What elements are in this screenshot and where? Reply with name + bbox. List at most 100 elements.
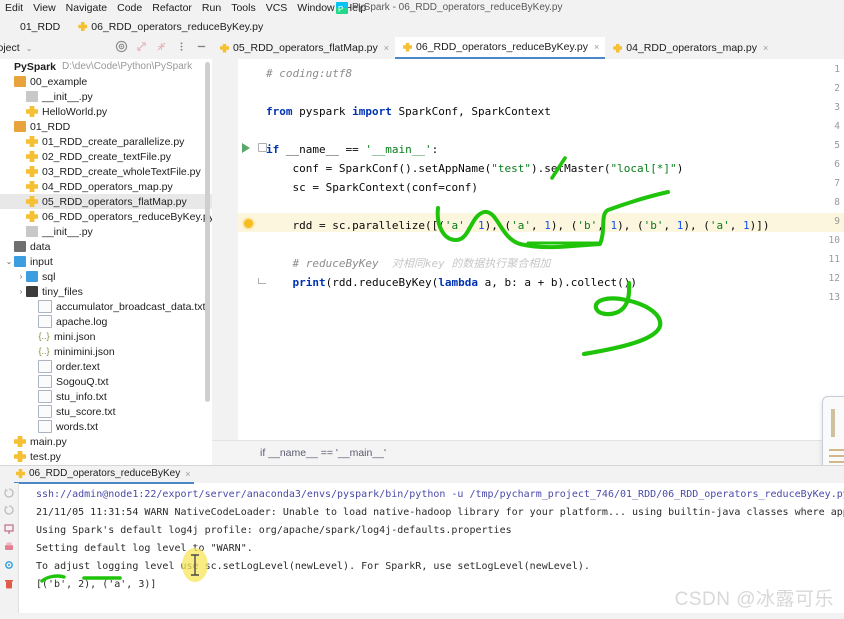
rerun-failed-tests-icon[interactable] — [3, 504, 15, 516]
close-icon[interactable]: × — [185, 469, 190, 479]
run-tab-bar: 06_RDD_operators_reduceByKey × — [0, 465, 844, 484]
run-gutter-arrow-icon[interactable] — [242, 143, 250, 153]
code-editor[interactable]: 1 2 3 4 5 6 7 8 9 10 11 12 13 # coding:utf8 from pysp… — [212, 59, 844, 440]
code-line: if __name__ == '__main__': — [266, 143, 439, 156]
txt-icon — [38, 390, 52, 403]
twisty-icon[interactable]: ⌄ — [4, 257, 14, 266]
project-file-tree[interactable]: PySpark D:\dev\Code\Python\PySpark 00_exam… — [0, 59, 212, 465]
run-tab[interactable]: 06_RDD_operators_reduceByKey × — [14, 465, 195, 484]
tree-item-label: data — [30, 240, 51, 253]
editor-tab-06-reducebykey[interactable]: 06_RDD_operators_reduceByKey.py × — [395, 37, 606, 59]
tree-item[interactable]: test.py — [0, 449, 212, 464]
trash-icon[interactable] — [3, 578, 15, 590]
tree-item[interactable]: stu_info.txt — [0, 389, 212, 404]
tree-item[interactable]: HelloWorld.py — [0, 104, 212, 119]
rerun-icon[interactable] — [3, 487, 15, 499]
tree-item[interactable]: SogouQ.txt — [0, 374, 212, 389]
expand-all-icon[interactable] — [135, 40, 148, 53]
breadcrumb-file[interactable]: 06_RDD_operators_reduceByKey.py — [91, 21, 263, 33]
target-icon[interactable] — [115, 40, 128, 53]
tree-item[interactable]: 06_RDD_operators_reduceByKey.py — [0, 209, 212, 224]
tree-item[interactable]: apache.log — [0, 314, 212, 329]
console-line: Using Spark's default log4j profile: org… — [36, 525, 512, 536]
editor-tab-05-flatmap[interactable]: 05_RDD_operators_flatMap.py × — [212, 37, 395, 59]
twisty-icon[interactable]: › — [16, 272, 26, 281]
tree-item[interactable]: main.py — [0, 434, 212, 449]
tree-item-label: input — [30, 255, 53, 268]
menu-item-code[interactable]: Code — [112, 0, 147, 16]
breadcrumb-folder[interactable]: 01_RDD — [20, 21, 60, 33]
project-panel-title[interactable]: roject — [0, 42, 20, 54]
chevron-down-icon[interactable]: ⌄ — [26, 44, 33, 53]
python-file-icon — [78, 22, 88, 31]
tree-item[interactable]: 01_RDD_create_parallelize.py — [0, 134, 212, 149]
tree-item-label: words.txt — [56, 420, 99, 433]
tree-item[interactable]: words.txt — [0, 419, 212, 434]
tree-item[interactable]: ⌄ input — [0, 254, 212, 269]
menu-item-run[interactable]: Run — [197, 0, 226, 16]
tree-item[interactable]: accumulator_broadcast_data.txt — [0, 299, 212, 314]
settings-icon[interactable] — [3, 559, 15, 571]
tree-item-label: 04_RDD_operators_map.py — [42, 180, 173, 193]
tree-item[interactable]: 03_RDD_create_wholeTextFile.py — [0, 164, 212, 179]
tree-item-label: PySpark — [14, 60, 57, 73]
close-icon[interactable]: × — [763, 43, 768, 53]
tree-item[interactable]: 00_example — [0, 74, 212, 89]
py-icon — [14, 436, 26, 447]
menu-item-view[interactable]: View — [28, 0, 61, 16]
menu-item-edit[interactable]: Edit — [0, 0, 28, 16]
py-icon — [14, 451, 26, 462]
close-icon[interactable]: × — [594, 42, 599, 52]
tree-item[interactable]: data — [0, 239, 212, 254]
hide-panel-icon[interactable] — [195, 40, 208, 53]
tree-item[interactable]: 05_RDD_operators_flatMap.py — [0, 194, 212, 209]
tree-item[interactable]: {..} minimini.json — [0, 344, 212, 359]
menu-item-navigate[interactable]: Navigate — [61, 0, 112, 16]
menu-item-refactor[interactable]: Refactor — [147, 0, 197, 16]
twisty-icon[interactable]: › — [16, 287, 26, 296]
tree-item[interactable]: __init__.py — [0, 89, 212, 104]
tree-item-label: stu_score.txt — [56, 405, 116, 418]
editor-breadcrumb[interactable]: if __name__ == '__main__' — [212, 440, 844, 465]
tree-item-label: __init__.py — [42, 90, 93, 103]
more-options-icon[interactable] — [175, 40, 188, 53]
tree-item-label: 01_RDD — [30, 120, 71, 133]
tree-item[interactable]: order.text — [0, 359, 212, 374]
code-fold-end-icon — [258, 278, 266, 284]
tree-item-label: minimini.json — [54, 345, 115, 358]
popup-scroll-thumb[interactable] — [831, 409, 835, 437]
tree-item[interactable]: PySpark D:\dev\Code\Python\PySpark — [0, 59, 212, 74]
intention-bulb-icon[interactable] — [244, 219, 253, 228]
tree-item[interactable]: › sql — [0, 269, 212, 284]
folder-icon — [14, 76, 26, 87]
svg-text:P: P — [338, 5, 343, 14]
close-icon[interactable]: × — [384, 43, 389, 53]
menu-item-window[interactable]: Window — [292, 0, 339, 16]
tree-item[interactable]: stu_score.txt — [0, 404, 212, 419]
project-panel-toolbar — [115, 40, 208, 53]
tree-item[interactable]: __init__.py — [0, 224, 212, 239]
collapse-all-icon[interactable] — [155, 40, 168, 53]
pin-icon[interactable] — [3, 523, 15, 535]
folder-icon — [14, 121, 26, 132]
tree-item[interactable]: 04_RDD_operators_map.py — [0, 179, 212, 194]
tree-item-label: mini.json — [54, 330, 96, 343]
window-title: PySpark - 06_RDD_operators_reduceByKey.p… — [352, 2, 563, 13]
menu-item-tools[interactable]: Tools — [226, 0, 261, 16]
tree-item[interactable]: {..} mini.json — [0, 329, 212, 344]
code-line: print(rdd.reduceByKey(lambda a, b: a + b… — [292, 276, 637, 289]
tree-item[interactable]: 02_RDD_create_textFile.py — [0, 149, 212, 164]
editor-tab-04-map[interactable]: 04_RDD_operators_map.py × — [605, 37, 774, 59]
py-icon — [26, 166, 38, 177]
tree-item[interactable]: › tiny_files — [0, 284, 212, 299]
txt-icon — [38, 375, 52, 388]
editor-tab-label: 06_RDD_operators_reduceByKey.py — [416, 41, 588, 53]
popup-line-3 — [829, 461, 844, 463]
print-icon[interactable] — [3, 541, 15, 553]
menu-item-vcs[interactable]: VCS — [261, 0, 293, 16]
project-tree-scrollbar[interactable] — [205, 62, 210, 402]
editor-gutter-markers — [238, 59, 266, 440]
code-text[interactable]: # coding:utf8 from pyspark import SparkCo… — [266, 59, 844, 440]
txt-icon — [38, 300, 52, 313]
tree-item[interactable]: 01_RDD — [0, 119, 212, 134]
